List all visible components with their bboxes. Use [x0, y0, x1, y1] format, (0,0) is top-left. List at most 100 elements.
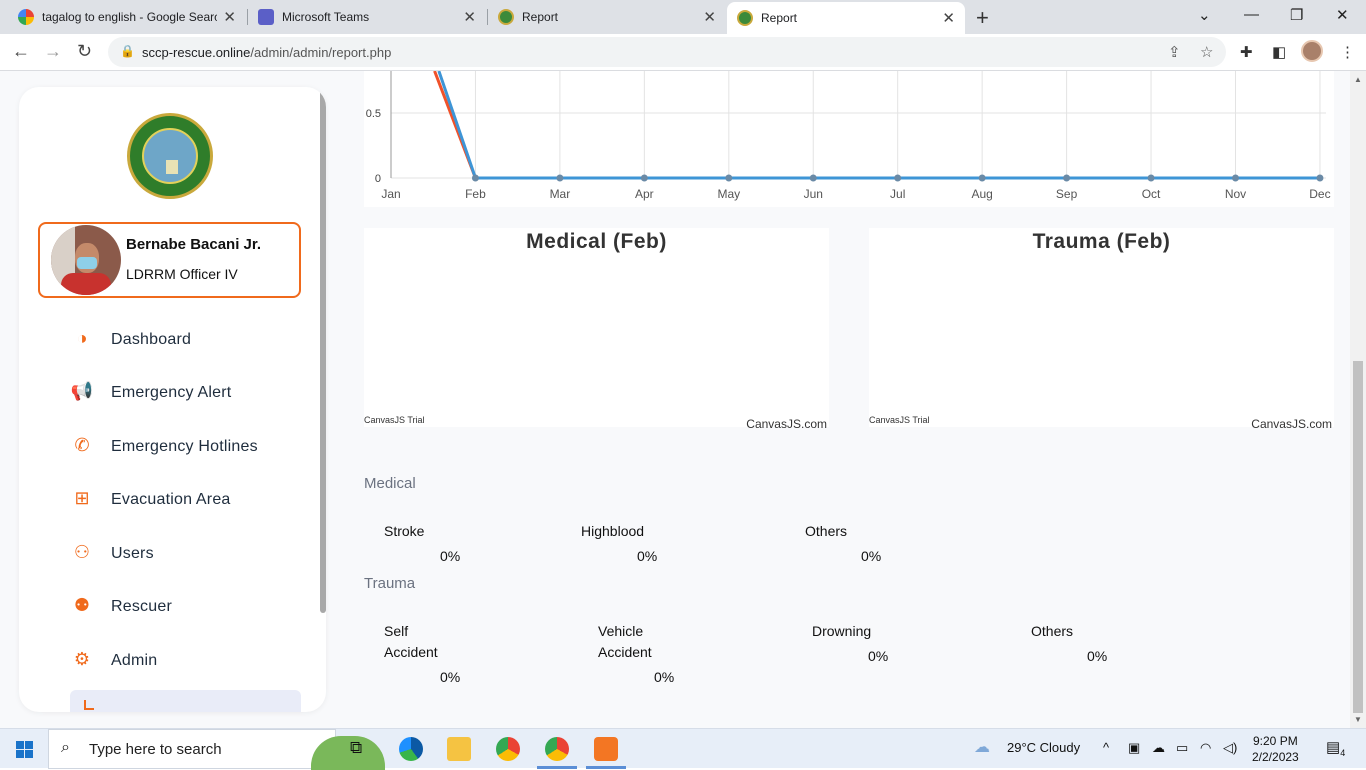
search-highlight-image	[311, 736, 385, 770]
tab-microsoft-teams[interactable]: Microsoft Teams ✕	[248, 0, 486, 34]
y-tick-label: 0	[375, 173, 381, 185]
sidebar-item-emergency-alert[interactable]: 📢 Emergency Alert	[69, 376, 301, 412]
share-icon[interactable]: ⇪	[1168, 43, 1181, 61]
chart-credit-link[interactable]: CanvasJS.com	[746, 417, 827, 431]
user-role: LDRRM Officer IV	[126, 266, 238, 282]
x-tick-label: Feb	[465, 187, 486, 201]
lock-icon: 🔒	[120, 44, 135, 58]
browser-toolbar: ← → ↻ 🔒 sccp-rescue.online/admin/admin/r…	[0, 34, 1366, 71]
chrome-profile-icon[interactable]	[545, 737, 569, 761]
x-tick-label: Nov	[1225, 187, 1246, 201]
x-tick-label: Oct	[1142, 187, 1161, 201]
x-tick-label: Sep	[1056, 187, 1078, 201]
extensions-icon[interactable]: ✚	[1240, 43, 1253, 61]
x-tick-label: Aug	[971, 187, 992, 201]
sidebar-item-users[interactable]: ⚇ Users	[69, 537, 301, 573]
browser-menu-icon[interactable]: ⋮	[1340, 43, 1355, 61]
sidebar: Bernabe Bacani Jr. LDRRM Officer IV ◑ Da…	[19, 87, 326, 712]
sidebar-item-admin[interactable]: ⚙ Admin	[69, 644, 301, 680]
admin-icon: ⚙	[73, 649, 91, 669]
stat-value: 0%	[637, 548, 658, 564]
task-view-icon[interactable]: ⧉	[350, 738, 362, 758]
x-tick-label: May	[717, 187, 740, 201]
tab-search-chevron-icon[interactable]: ⌄	[1198, 6, 1211, 24]
tab-google-search[interactable]: tagalog to english - Google Searc ✕	[8, 0, 246, 34]
sidebar-item-evacuation-area[interactable]: ⊞ Evacuation Area	[69, 483, 301, 519]
users-icon: ⚇	[73, 542, 91, 562]
sidebar-item-report[interactable]	[70, 690, 301, 712]
edge-icon[interactable]	[399, 737, 423, 761]
network-alert-icon[interactable]: ☁	[1152, 740, 1165, 756]
stat-value: 0%	[440, 669, 461, 685]
side-panel-icon[interactable]: ◧	[1272, 43, 1286, 61]
back-icon[interactable]: ←	[12, 41, 30, 62]
site-seal-icon	[498, 9, 514, 25]
data-point	[471, 174, 479, 182]
close-icon[interactable]: ✕	[463, 8, 476, 26]
address-bar[interactable]: 🔒 sccp-rescue.online/admin/admin/report.…	[108, 37, 1226, 67]
battery-icon[interactable]: ▭	[1176, 740, 1188, 756]
medical-pie-title: Medical (Feb)	[526, 230, 667, 253]
sidebar-item-rescuer[interactable]: ⚉ Rescuer	[69, 590, 301, 626]
data-point	[640, 174, 648, 182]
page-scrollbar[interactable]: ▲ ▼	[1350, 71, 1366, 728]
minimize-icon[interactable]: —	[1244, 6, 1259, 23]
stat-value: 0%	[861, 548, 882, 564]
trauma-pie-title: Trauma (Feb)	[1032, 230, 1171, 253]
file-explorer-icon[interactable]	[447, 737, 471, 761]
windows-taskbar: ⌕ Type here to search ⧉ ☁ 29°C Cloudy ^ …	[0, 728, 1366, 770]
new-tab-button[interactable]: +	[976, 5, 989, 31]
data-point	[894, 174, 902, 182]
tab-report-active[interactable]: Report ✕	[727, 2, 965, 34]
half-circle-icon: ◑	[76, 328, 88, 348]
reload-icon[interactable]: ↻	[77, 41, 92, 62]
restore-icon[interactable]: ❐	[1290, 6, 1303, 24]
wifi-icon[interactable]: ◠	[1200, 740, 1211, 756]
tray-chevron-icon[interactable]: ^	[1103, 740, 1109, 755]
scrollbar-thumb[interactable]	[1353, 361, 1363, 713]
phone-icon: ✆	[74, 435, 90, 455]
stat-value: 0%	[1087, 648, 1108, 664]
rescuer-icon: ⚉	[73, 595, 91, 615]
sidebar-item-dashboard[interactable]: ◑ Dashboard	[69, 323, 301, 359]
xampp-icon[interactable]	[594, 737, 618, 761]
weather-text[interactable]: 29°C Cloudy	[1007, 740, 1080, 755]
series-line	[437, 71, 1320, 180]
stat-label: Highblood	[581, 523, 645, 539]
tab-report[interactable]: Report ✕	[488, 0, 726, 34]
window-close-icon[interactable]: ✕	[1336, 6, 1349, 24]
stat-label: Self Accident	[384, 623, 438, 660]
line-chart-svg: 0 0.5 Jan Feb Mar Apr May Jun Jul Aug Sep Oct Nov Dec	[366, 71, 1331, 201]
notifications-icon[interactable]: ▤4	[1326, 738, 1345, 758]
avatar	[51, 225, 121, 295]
stat-label: Others	[1031, 623, 1074, 639]
profile-avatar[interactable]	[1301, 40, 1323, 62]
close-icon[interactable]: ✕	[223, 8, 236, 26]
sidebar-scrollbar[interactable]	[320, 87, 326, 712]
stat-value: 0%	[654, 669, 675, 685]
medical-pie-chart: Medical (Feb) CanvasJS Trial CanvasJS.co…	[364, 228, 829, 431]
x-tick-label: Mar	[550, 187, 571, 201]
chrome-icon[interactable]	[496, 737, 520, 761]
data-point	[725, 174, 733, 182]
meet-icon[interactable]: ▣	[1128, 740, 1140, 756]
x-tick-label: Jan	[381, 187, 400, 201]
data-point	[1147, 174, 1155, 182]
data-point	[556, 174, 564, 182]
close-icon[interactable]: ✕	[703, 8, 716, 26]
forward-icon[interactable]: →	[44, 41, 62, 62]
volume-icon[interactable]: ◁)	[1223, 740, 1237, 756]
close-icon[interactable]: ✕	[942, 9, 955, 27]
windows-start-icon[interactable]	[16, 741, 33, 758]
chart-credit-link[interactable]: CanvasJS.com	[1251, 417, 1332, 431]
system-clock[interactable]: 9:20 PM 2/2/2023	[1252, 733, 1299, 765]
user-name: Bernabe Bacani Jr.	[126, 236, 262, 253]
stat-value: 0%	[440, 548, 461, 564]
weather-cloud-icon: ☁	[974, 739, 990, 756]
taskbar-search-input[interactable]: ⌕ Type here to search	[48, 729, 385, 770]
google-icon	[18, 9, 34, 25]
site-seal-icon	[737, 10, 753, 26]
data-point	[809, 174, 817, 182]
bookmark-star-icon[interactable]: ☆	[1200, 43, 1213, 61]
sidebar-item-emergency-hotlines[interactable]: ✆ Emergency Hotlines	[69, 430, 301, 466]
